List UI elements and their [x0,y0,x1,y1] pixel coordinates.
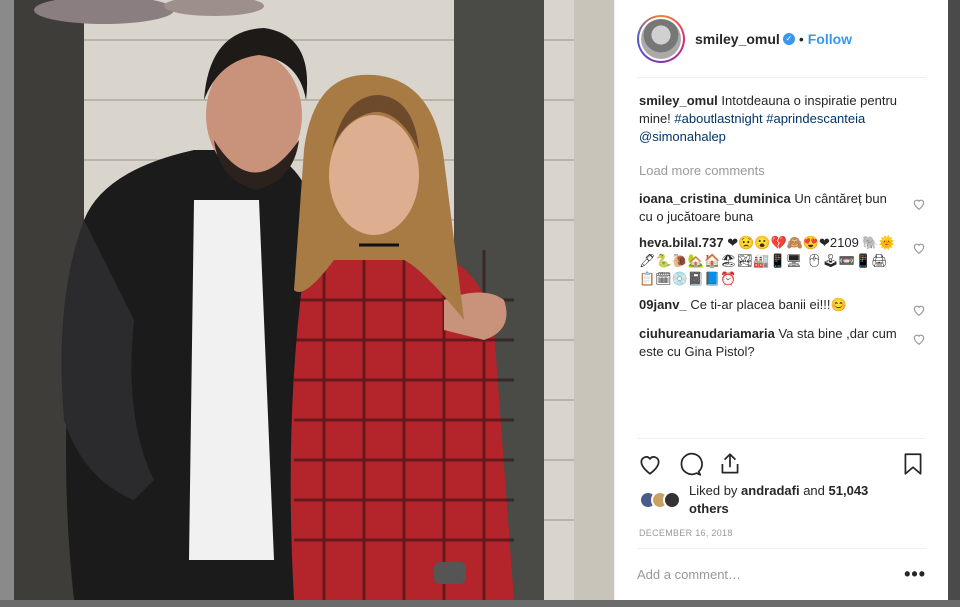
verified-badge-icon: ✓ [782,32,795,45]
more-options-icon[interactable]: ••• [904,564,926,585]
comment-text: Ce ti-ar placea banii ei!!!😊 [690,297,847,312]
liker-avatars[interactable] [639,491,681,509]
hashtag-link[interactable]: #aboutlastnight [674,111,762,126]
heart-icon[interactable] [637,451,663,477]
add-comment-bar: Add a comment… ••• [637,548,926,600]
share-icon[interactable] [717,451,743,477]
comment-username[interactable]: 09janv_ [639,297,687,312]
comment-like-heart-icon[interactable] [912,241,926,255]
liked-by-prefix: Liked by [689,483,738,498]
comment-like-heart-icon[interactable] [912,197,926,211]
mention-link[interactable]: @simonahalep [639,129,726,144]
background-bottom-edge [0,600,960,607]
caption-username[interactable]: smiley_omul [639,93,718,108]
comment-item: heva.bilal.737 ❤😟😮💔🙈😍❤2109 🐘🌞🖊🐍🐌🏡🏠🏖🏞🏭📱🖥 … [639,234,926,288]
background-left-edge [0,0,14,607]
avatar-image [641,18,681,59]
comments-section: smiley_omul Intotdeauna o inspiratie pen… [615,78,948,361]
comment-item: ioana_cristina_duminica Un cântăreț bun … [639,190,926,226]
separator-dot: • [798,30,804,47]
hashtag-link[interactable]: #aprindescanteia [766,111,865,126]
post-actions-bar [637,438,926,488]
follow-button[interactable]: Follow [808,31,852,47]
header-user-line: smiley_omul ✓ • Follow [695,31,852,47]
post-header: smiley_omul ✓ • Follow [637,0,926,78]
username-link[interactable]: smiley_omul [695,31,780,47]
liked-by-suffix: and [803,483,825,498]
comment-like-heart-icon[interactable] [912,303,926,317]
comment-username[interactable]: heva.bilal.737 [639,235,724,250]
comment-item: 09janv_ Ce ti-ar placea banii ei!!!😊 [639,296,926,317]
post-caption: smiley_omul Intotdeauna o inspiratie pen… [639,92,926,146]
background-right-edge [948,0,960,607]
avatar[interactable] [637,14,685,63]
post-date[interactable]: DECEMBER 16, 2018 [639,528,733,538]
likes-summary: Liked by andradafi and 51,043 others [639,482,909,518]
load-more-comments-button[interactable]: Load more comments [639,162,926,180]
comment-username[interactable]: ioana_cristina_duminica [639,191,791,206]
comment-item: ciuhureanudariamaria Va sta bine ,dar cu… [639,325,926,361]
comment-like-heart-icon[interactable] [912,332,926,346]
comment-icon[interactable] [677,451,703,477]
liked-by-user-link[interactable]: andradafi [741,483,800,498]
comment-username[interactable]: ciuhureanudariamaria [639,326,775,341]
liked-by-text: Liked by andradafi and 51,043 others [689,482,909,518]
photo-illustration [14,0,614,600]
post-details-panel: smiley_omul ✓ • Follow smiley_omul Intot… [614,0,948,600]
bookmark-icon[interactable] [900,451,926,477]
add-comment-input[interactable]: Add a comment… [637,567,741,582]
post-photo[interactable] [14,0,614,600]
avatar [663,491,681,509]
